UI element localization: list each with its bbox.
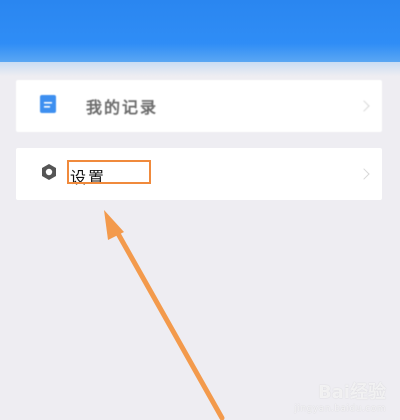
watermark: Bai经验 jingyan.baidu.com <box>294 378 386 414</box>
watermark-url: jingyan.baidu.com <box>294 404 386 414</box>
annotation-arrow <box>104 210 225 420</box>
watermark-brand: Bai经验 <box>317 382 386 403</box>
